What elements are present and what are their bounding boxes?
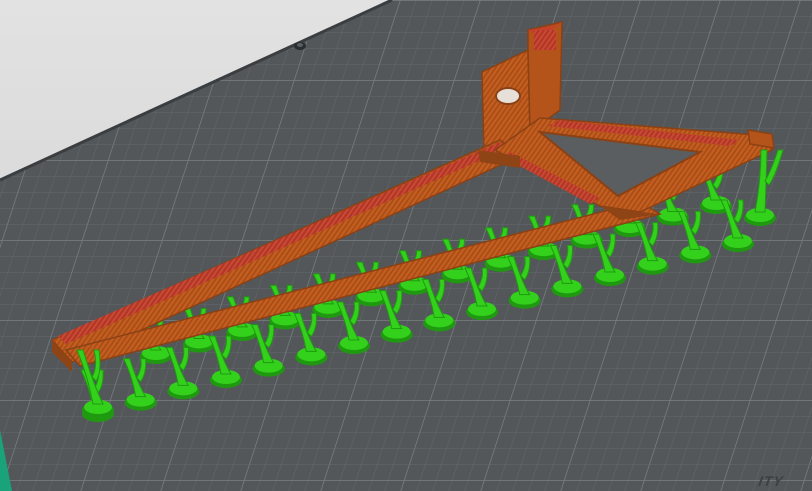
3d-viewport[interactable]: ITY — [0, 0, 812, 491]
bed-screw-icon — [294, 42, 306, 50]
print-preview-scene[interactable] — [0, 0, 812, 491]
